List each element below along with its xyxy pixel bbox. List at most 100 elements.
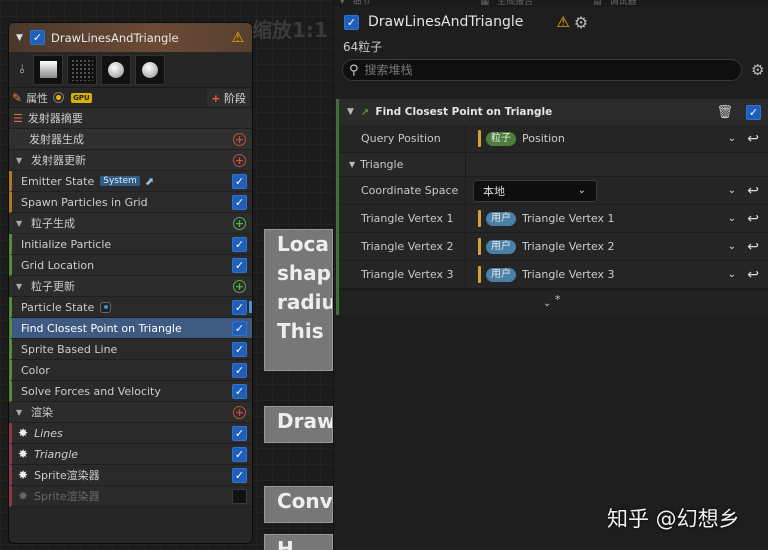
panel-header: DrawLinesAndTriangle ⚠ ⚙ [334, 7, 768, 37]
warning-icon[interactable]: ⚠ [556, 13, 569, 31]
search-input[interactable] [364, 63, 665, 77]
coordinate-space-dropdown[interactable]: 本地 ⌄ [473, 179, 597, 202]
chevron-down-icon[interactable]: ⌄ [728, 185, 736, 196]
graph-comment-node[interactable]: Loca shap radiu This [264, 229, 333, 371]
param-value[interactable]: Triangle Vertex 2 [522, 240, 615, 253]
renderer-enabled-checkbox[interactable] [232, 488, 247, 504]
thumbnail-sphere[interactable] [135, 54, 165, 85]
module-emitter-state[interactable]: Emitter State System ⬈ [9, 171, 252, 192]
module-initialize-particle[interactable]: Initialize Particle [9, 234, 252, 255]
namespace-tag: 用户 [486, 211, 516, 226]
module-footer: ⌄ * [339, 289, 768, 315]
module-header[interactable]: ▼ ➚ Find Closest Point on Triangle 🗑 [339, 99, 768, 125]
value-type-bar [478, 210, 481, 227]
emitter-node[interactable]: ▼ DrawLinesAndTriangle ⚠ ⫰ ✎ 属性 GPU + 阶段… [8, 22, 253, 544]
module-enabled-checkbox[interactable] [232, 257, 247, 273]
stack-group-emitter-update[interactable]: ▼ 发射器更新 + [9, 150, 252, 171]
thumbnail-grid[interactable] [67, 54, 97, 85]
trash-icon[interactable]: 🗑 [716, 105, 733, 120]
renderer-lines[interactable]: ✸ Lines [9, 423, 252, 444]
add-module-button[interactable]: + [233, 216, 246, 230]
collapse-arrow-icon[interactable]: ▼ [9, 408, 27, 417]
renderer-enabled-checkbox[interactable] [232, 425, 247, 441]
stack-group-render[interactable]: ▼ 渲染 + [9, 402, 252, 423]
chevron-down-icon[interactable]: ⌄ [728, 133, 736, 144]
stack-group-particle-spawn[interactable]: ▼ 粒子生成 + [9, 213, 252, 234]
gpu-badge: GPU [71, 92, 92, 103]
add-module-button[interactable]: + [233, 153, 246, 167]
renderer-triangle[interactable]: ✸ Triangle [9, 444, 252, 465]
add-renderer-button[interactable]: + [233, 405, 246, 419]
panel-tab-strip[interactable]: ▾ 细节 ▦ 生成报告 ▤ 调试器 [334, 0, 768, 7]
search-box[interactable]: ⚲ [342, 59, 742, 81]
module-sprite-based-line[interactable]: Sprite Based Line [9, 339, 252, 360]
module-enabled-checkbox[interactable] [746, 104, 761, 120]
collapse-arrow-icon[interactable]: ▼ [339, 107, 359, 117]
reset-icon[interactable]: ↩ [747, 131, 759, 147]
reset-icon[interactable]: ↩ [747, 211, 759, 227]
collapse-arrow-icon[interactable]: ▼ [9, 156, 27, 165]
collapse-arrow-icon[interactable]: ▼ [16, 33, 30, 43]
chevron-down-icon[interactable]: ⌄ [728, 241, 736, 252]
module-spawn-particles-in-grid[interactable]: Spawn Particles in Grid [9, 192, 252, 213]
thumbnail-gradient[interactable] [33, 54, 63, 85]
reset-icon[interactable]: ↩ [747, 183, 759, 199]
collapse-arrow-icon[interactable]: ▼ [9, 219, 27, 228]
add-module-button[interactable]: + [233, 279, 246, 293]
module-enabled-checkbox[interactable] [232, 341, 247, 357]
param-value[interactable]: Position [522, 132, 565, 145]
module-enabled-checkbox[interactable] [232, 299, 247, 315]
module-enabled-checkbox[interactable] [232, 236, 247, 252]
param-value[interactable]: Triangle Vertex 3 [522, 268, 615, 281]
settings-gear-icon[interactable]: ⚙ [751, 61, 764, 79]
chevron-down-icon[interactable]: ⌄ [728, 213, 736, 224]
module-enabled-checkbox[interactable] [232, 173, 247, 189]
advanced-star: * [555, 293, 561, 306]
module-grid-location[interactable]: Grid Location [9, 255, 252, 276]
gear-icon[interactable]: ⚙ [574, 13, 588, 32]
module-enabled-checkbox[interactable] [232, 383, 247, 399]
renderer-enabled-checkbox[interactable] [232, 467, 247, 483]
emitter-thumbnails: ⫰ [9, 52, 252, 88]
emitter-node-title: DrawLinesAndTriangle [51, 30, 179, 45]
emitter-node-header[interactable]: ▼ DrawLinesAndTriangle ⚠ [9, 23, 252, 52]
collapse-arrow-icon[interactable]: ▼ [349, 160, 355, 169]
reset-icon[interactable]: ↩ [747, 267, 759, 283]
stack-group-particle-update[interactable]: ▼ 粒子更新 + [9, 276, 252, 297]
param-value[interactable]: Triangle Vertex 1 [522, 212, 615, 225]
add-module-button[interactable]: + [233, 132, 246, 146]
module-solve-forces-and-velocity[interactable]: Solve Forces and Velocity [9, 381, 252, 402]
module-find-closest-point-on-triangle[interactable]: Find Closest Point on Triangle [9, 318, 252, 339]
stack-item-emitter-summary[interactable]: ☰ 发射器摘要 [9, 108, 252, 129]
emitter-enabled-checkbox[interactable] [30, 30, 45, 45]
module-enabled-checkbox[interactable] [232, 320, 247, 336]
pin-icon[interactable]: ⫰ [15, 62, 29, 77]
module-enabled-checkbox[interactable] [232, 362, 247, 378]
show-advanced-chevron-icon[interactable]: ⌄ [543, 298, 551, 309]
module-particle-state[interactable]: Particle State [9, 297, 252, 318]
module-title: Find Closest Point on Triangle [375, 106, 553, 118]
graph-comment-node[interactable]: Conv [264, 486, 333, 523]
stack-item-emitter-spawn[interactable]: 发射器生成 + [9, 129, 252, 150]
thumbnail-sphere[interactable] [101, 54, 131, 85]
emitter-enabled-checkbox[interactable] [344, 14, 359, 30]
chevron-down-icon[interactable]: ⌄ [728, 269, 736, 280]
param-query-position: Query Position 粒子 Position ⌄ ↩ [339, 125, 768, 153]
emitter-properties-bar[interactable]: ✎ 属性 GPU + 阶段 [9, 88, 252, 108]
renderer-sprite-disabled[interactable]: ✸ Sprite渲染器 [9, 486, 252, 507]
param-triangle-vertex-2: Triangle Vertex 2 用户 Triangle Vertex 2 ⌄… [339, 233, 768, 261]
module-color[interactable]: Color [9, 360, 252, 381]
renderer-enabled-checkbox[interactable] [232, 446, 247, 462]
warning-icon[interactable]: ⚠ [231, 30, 244, 46]
particle-count: 64粒子 [343, 40, 383, 54]
module-enabled-checkbox[interactable] [232, 194, 247, 210]
watermark: 知乎 @幻想乡 [607, 507, 740, 531]
param-category-triangle[interactable]: ▼ Triangle [339, 153, 768, 177]
add-stage-button[interactable]: + 阶段 [207, 88, 250, 107]
graph-comment-node[interactable]: Draw [264, 406, 333, 443]
selection-indicator [249, 301, 252, 313]
collapse-arrow-icon[interactable]: ▼ [9, 282, 27, 291]
renderer-sprite[interactable]: ✸ Sprite渲染器 [9, 465, 252, 486]
graph-comment-node[interactable]: H [264, 534, 333, 550]
reset-icon[interactable]: ↩ [747, 239, 759, 255]
